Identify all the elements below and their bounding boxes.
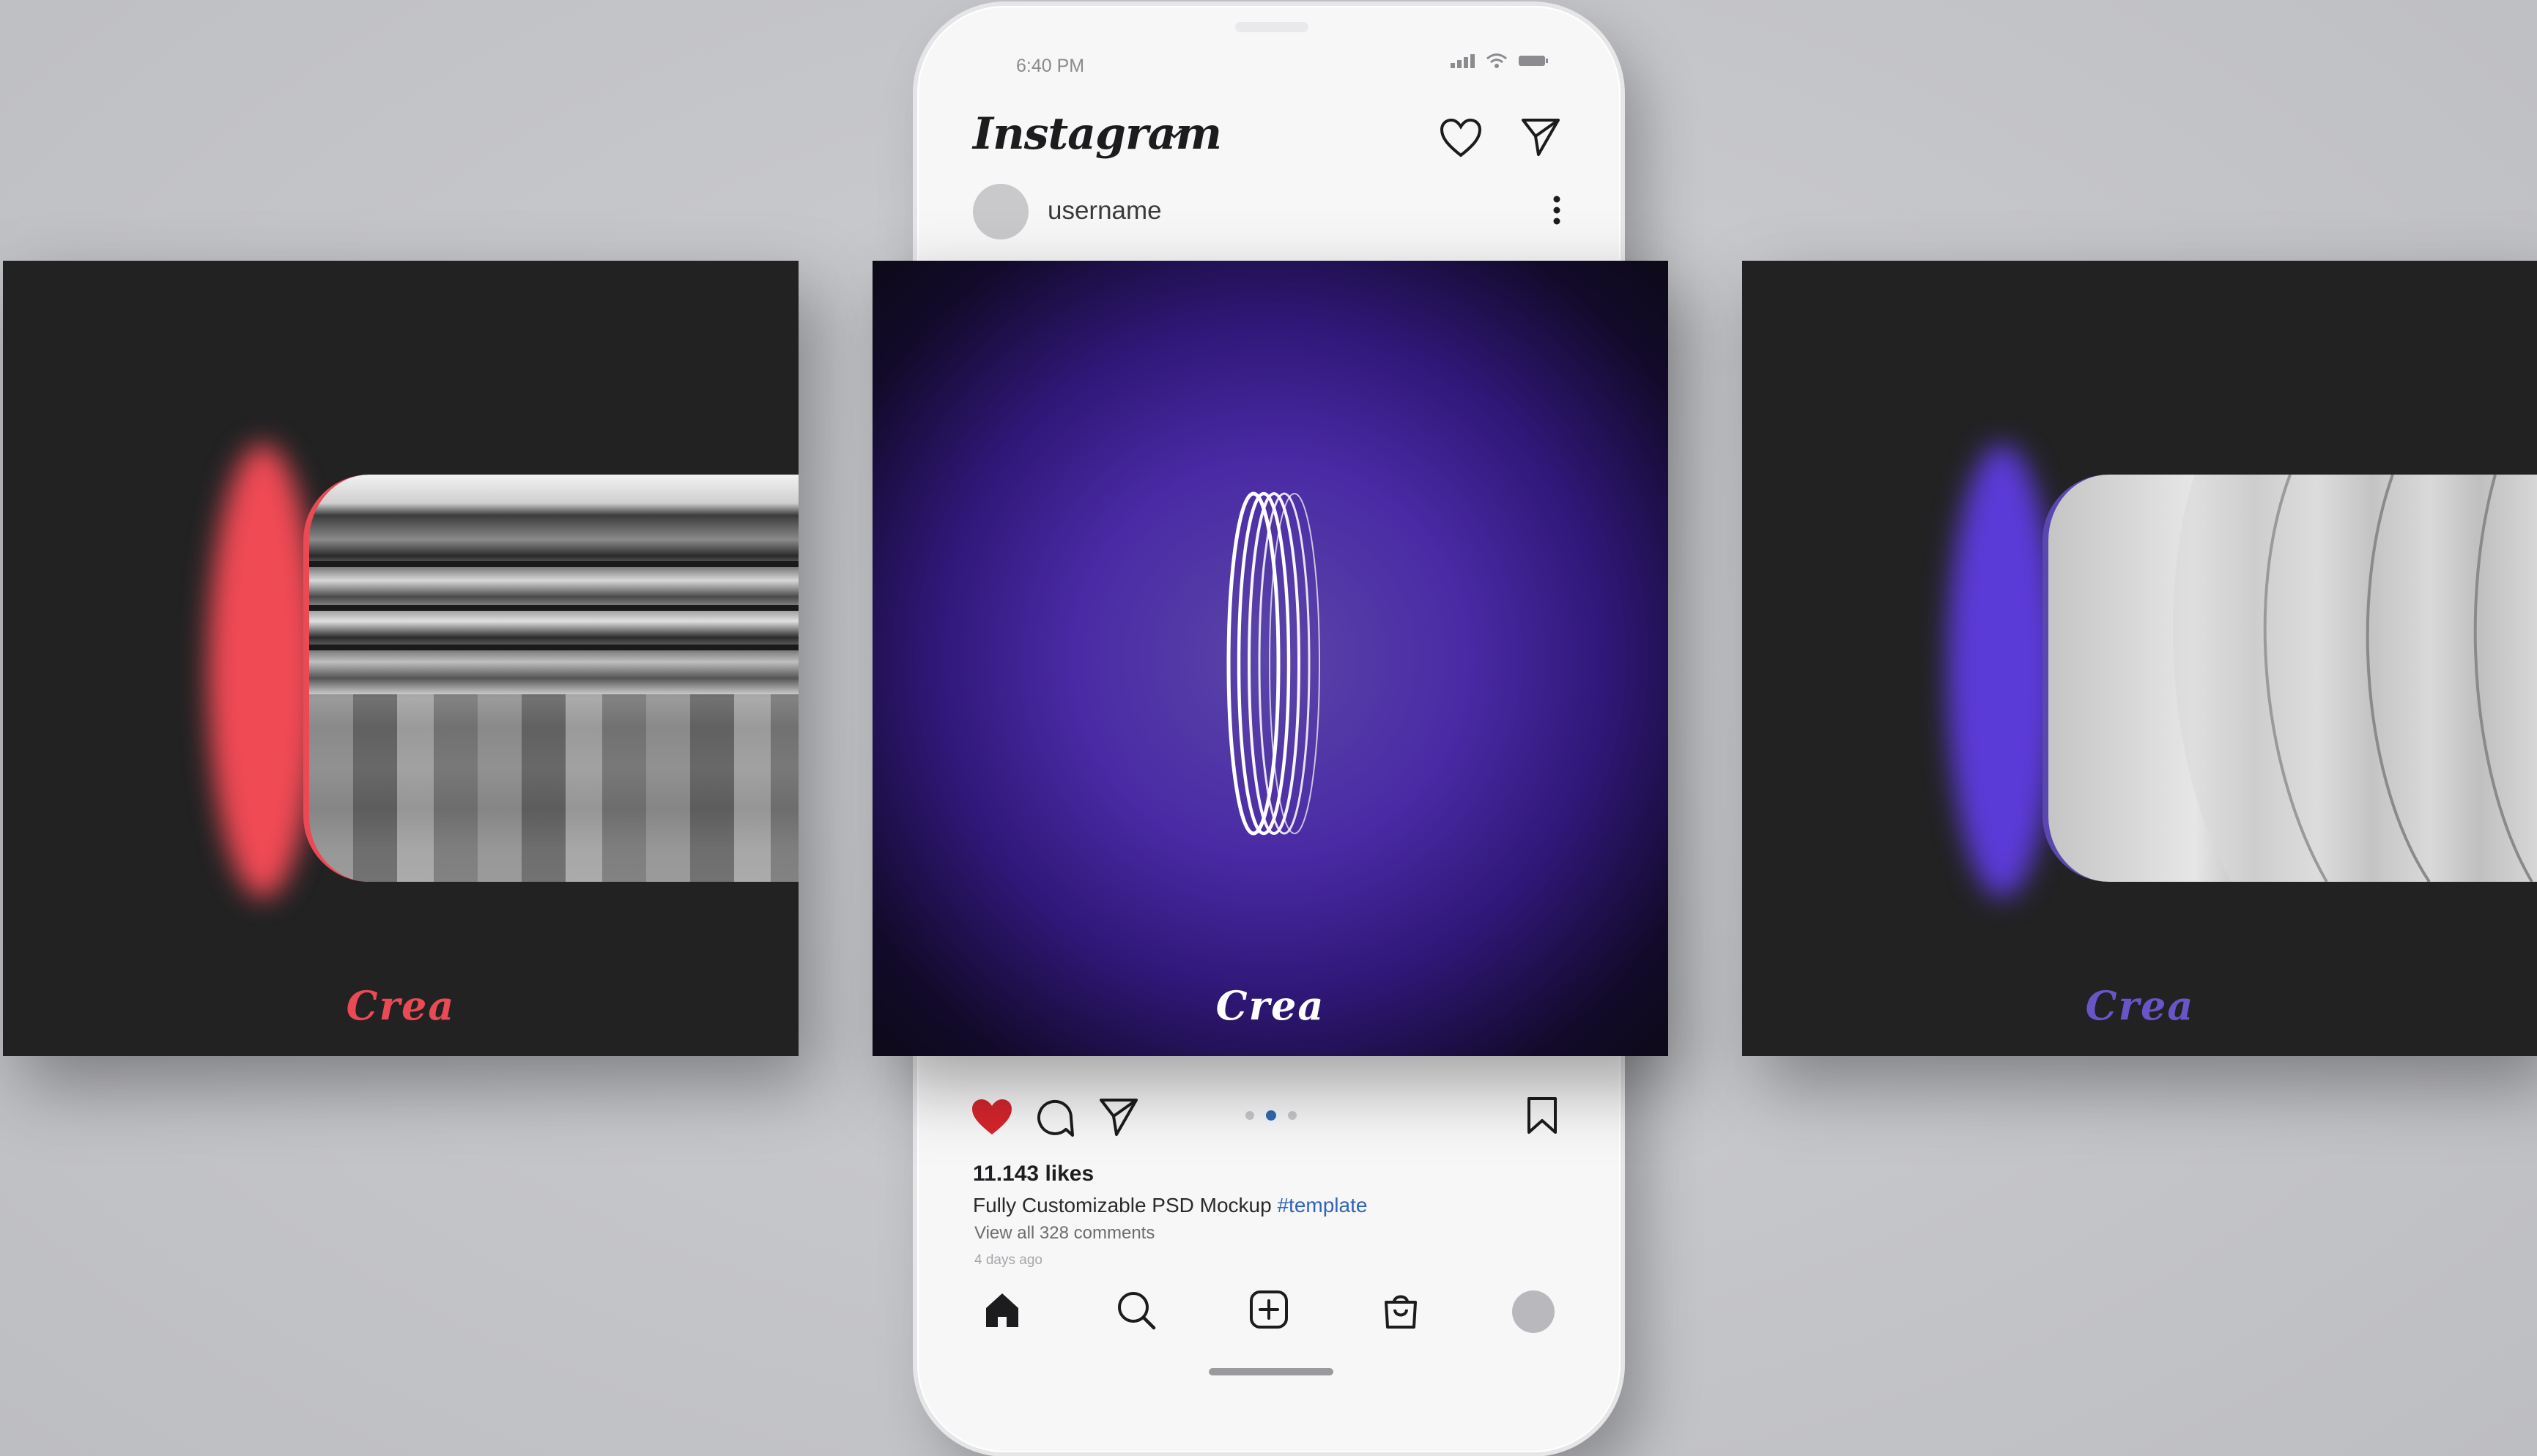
carousel-dot[interactable] xyxy=(1288,1111,1297,1120)
like-filled-icon[interactable] xyxy=(970,1097,1014,1137)
printer-rail xyxy=(309,605,799,611)
red-glow xyxy=(208,444,318,898)
home-indicator[interactable] xyxy=(1209,1368,1333,1375)
comment-icon[interactable] xyxy=(1034,1097,1075,1138)
heart-icon[interactable] xyxy=(1439,117,1483,158)
signal-icon xyxy=(1451,54,1475,68)
post-timestamp: 4 days ago xyxy=(974,1252,1042,1268)
paper-curves-photo xyxy=(2042,475,2537,882)
carousel-dot-active[interactable] xyxy=(1266,1110,1276,1121)
battery-icon xyxy=(1519,56,1548,66)
post-username[interactable]: username xyxy=(1048,196,1162,226)
caption-hashtag[interactable]: #template xyxy=(1277,1194,1367,1217)
bookmark-icon[interactable] xyxy=(1525,1096,1559,1135)
wifi-icon xyxy=(1486,53,1507,68)
mockup-stage: 6:40 PM Instagram username 11.143 likes … xyxy=(0,0,2537,1456)
avatar[interactable] xyxy=(973,184,1029,239)
printer-rail xyxy=(309,561,799,567)
app-logo[interactable]: Instagram xyxy=(973,108,1222,160)
card-brand-right: Crea xyxy=(2085,982,2195,1029)
card-brand-center: Crea xyxy=(1215,982,1325,1029)
printer-rail xyxy=(309,645,799,650)
carousel-dot[interactable] xyxy=(1245,1111,1254,1120)
likes-count[interactable]: 11.143 likes xyxy=(973,1162,1094,1186)
share-icon[interactable] xyxy=(1097,1096,1140,1138)
home-icon[interactable] xyxy=(982,1289,1023,1330)
profile-avatar-icon[interactable] xyxy=(1512,1290,1555,1333)
carousel-card-center[interactable]: Crea xyxy=(873,261,1668,1056)
purple-glow xyxy=(1947,444,2057,898)
view-comments-link[interactable]: View all 328 comments xyxy=(974,1223,1155,1244)
chevron-down-icon[interactable] xyxy=(1165,127,1184,141)
post-caption: Fully Customizable PSD Mockup #template xyxy=(973,1194,1367,1217)
carousel-indicator xyxy=(1245,1110,1297,1121)
rings-logo-icon xyxy=(1226,491,1320,836)
printer-photo xyxy=(303,475,799,882)
carousel-card-left[interactable]: Crea xyxy=(3,261,799,1056)
paper-curve-shapes xyxy=(2173,475,2537,882)
more-options-icon[interactable] xyxy=(1552,195,1562,226)
printer-roll xyxy=(309,694,799,882)
card-brand-left: Crea xyxy=(346,982,456,1029)
carousel-card-right[interactable]: Crea xyxy=(1742,261,2537,1056)
status-icons xyxy=(1451,53,1549,69)
shop-bag-icon[interactable] xyxy=(1380,1289,1421,1331)
search-icon[interactable] xyxy=(1115,1289,1158,1331)
send-icon[interactable] xyxy=(1519,116,1562,158)
status-time: 6:40 PM xyxy=(1016,56,1085,76)
add-post-icon[interactable] xyxy=(1248,1289,1289,1330)
caption-text: Fully Customizable PSD Mockup xyxy=(973,1194,1272,1217)
